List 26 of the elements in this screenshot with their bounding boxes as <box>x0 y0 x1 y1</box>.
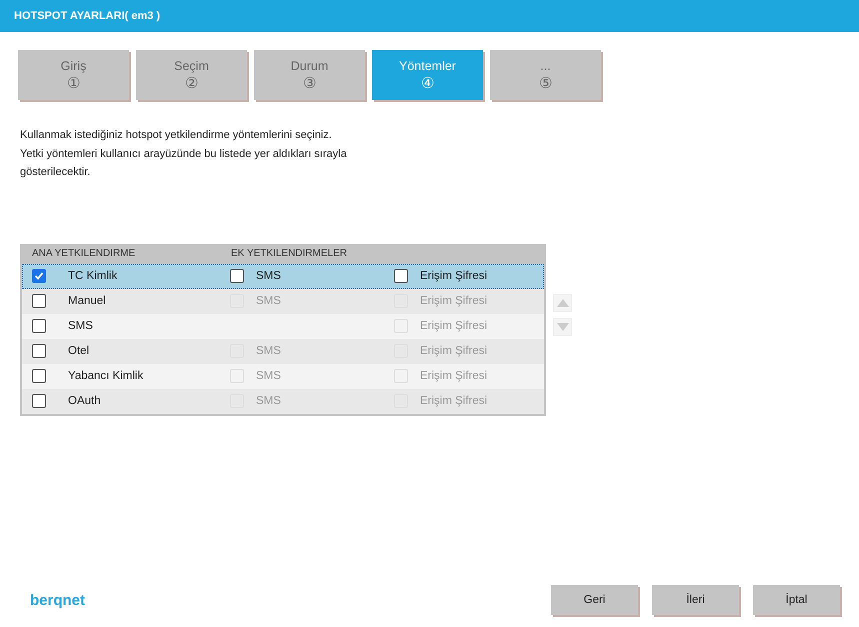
option-label: SMS <box>256 295 281 307</box>
option-label: SMS <box>256 270 281 282</box>
nav-button[interactable]: İleri <box>652 585 739 615</box>
option-label: SMS <box>256 395 281 407</box>
option-label: Erişim Şifresi <box>420 395 488 407</box>
option-label: Erişim Şifresi <box>420 295 488 307</box>
nav-button[interactable]: İptal <box>753 585 840 615</box>
option-label: SMS <box>256 345 281 357</box>
column-header: EK YETKILENDIRMELER <box>231 248 348 259</box>
option-label: Erişim Şifresi <box>420 320 488 332</box>
option-label: Erişim Şifresi <box>420 270 488 282</box>
method-label: Yabancı Kimlik <box>68 370 144 382</box>
option-label: Erişim Şifresi <box>420 345 488 357</box>
option-label: Erişim Şifresi <box>420 370 488 382</box>
method-label: Manuel <box>68 295 106 307</box>
window-title: HOTSPOT AYARLARI( em3 ) <box>0 0 859 32</box>
method-label: OAuth <box>68 395 101 407</box>
table-row[interactable]: TC Kimlik SMS Erişim Şifresi <box>22 264 544 288</box>
nav-button[interactable]: Geri <box>551 585 638 615</box>
method-label: TC Kimlik <box>68 270 118 282</box>
column-header: ANA YETKILENDIRME <box>32 248 136 259</box>
logo: berqnet <box>30 592 86 608</box>
method-label: SMS <box>68 320 93 332</box>
description-text: Kullanmak istediğiniz hotspot yetkilendirme yöntemlerini seçiniz. Yetki yöntemleri kullanıcı arayüzünde bu listede yer aldıkları sırayla gösterilecektir. <box>20 128 348 180</box>
option-label: SMS <box>256 370 281 382</box>
method-label: Otel <box>68 345 90 357</box>
